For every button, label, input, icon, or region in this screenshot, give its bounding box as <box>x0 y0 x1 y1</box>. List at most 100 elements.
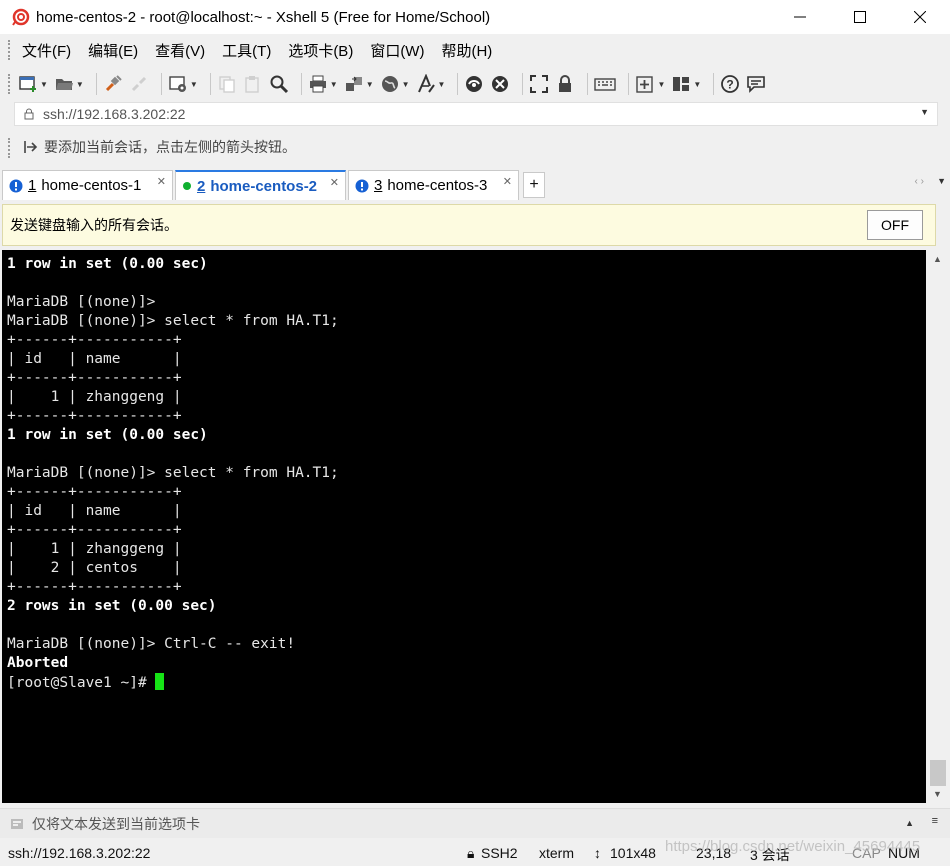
properties-button[interactable]: ▼ <box>168 70 198 98</box>
xmanager-button[interactable] <box>490 70 510 98</box>
menu-help[interactable]: 帮助(H) <box>441 40 492 61</box>
fullscreen-button[interactable] <box>529 70 549 98</box>
fullscreen-icon <box>530 75 549 93</box>
new-session-button[interactable]: ▼ <box>18 70 48 98</box>
toolbar-separator <box>587 73 589 95</box>
menu-file[interactable]: 文件(F) <box>22 40 71 61</box>
terminal-scrollbar[interactable]: ▲ ▼ <box>928 250 948 803</box>
scrollbar-thumb[interactable] <box>930 760 946 786</box>
send-text-bar[interactable]: 仅将文本发送到当前选项卡 ▲ ≡ <box>0 808 950 838</box>
chevron-down-icon[interactable]: ▲ <box>905 818 914 828</box>
info-circle-icon <box>9 179 23 192</box>
help-button[interactable]: ? <box>720 70 740 98</box>
session-hint-bar: 要添加当前会话，点击左侧的箭头按钮。 <box>0 132 950 162</box>
connected-dot-icon <box>183 182 191 190</box>
chevron-down-icon: ▼ <box>365 79 374 89</box>
toolbar-separator <box>628 73 630 95</box>
status-protocol: SSH2 <box>481 845 518 861</box>
menu-dots-icon[interactable]: ≡ <box>932 815 938 827</box>
terminal-line: | id | name | <box>7 503 182 519</box>
toolbar-separator <box>95 73 97 95</box>
menu-tools[interactable]: 工具(T) <box>222 40 271 61</box>
disconnect-button[interactable] <box>129 70 149 98</box>
terminal-cursor <box>155 673 165 690</box>
send-text-input[interactable]: 仅将文本发送到当前选项卡 <box>32 814 200 834</box>
encoding-button[interactable]: ▼ <box>380 70 410 98</box>
reconnect-button[interactable] <box>103 70 123 98</box>
xshell-logo-icon <box>12 8 30 26</box>
tab-home-centos-1[interactable]: 1 home-centos-1 ✕ <box>2 170 173 200</box>
toolbar-separator <box>522 73 524 95</box>
scroll-down-icon[interactable]: ▼ <box>933 789 942 799</box>
title-bar: home-centos-2 - root@localhost:~ - Xshel… <box>0 0 950 34</box>
terminal-line: | 1 | zhanggeng | <box>7 389 182 405</box>
terminal-prompt-line: [root@Slave1 ~]# <box>7 673 926 692</box>
chevron-down-icon: ▼ <box>437 79 446 89</box>
address-bar[interactable]: ssh://192.168.3.202:22 ▼ <box>14 102 938 126</box>
tab-scroll-arrows-icon[interactable]: ‹ › <box>915 176 924 187</box>
terminal-line: | id | name | <box>7 351 182 367</box>
hint-grip[interactable] <box>8 138 11 158</box>
toolbar-separator <box>160 73 162 95</box>
plug-connect-icon <box>105 75 122 92</box>
open-button[interactable]: ▼ <box>54 70 84 98</box>
address-input[interactable]: ssh://192.168.3.202:22 <box>43 106 185 122</box>
shell-prompt: [root@Slave1 ~]# <box>7 675 156 691</box>
toolbar-grip[interactable] <box>8 74 11 94</box>
find-button[interactable] <box>269 70 289 98</box>
chevron-down-icon: ▼ <box>657 79 666 89</box>
status-connection: ssh://192.168.3.202:22 <box>8 845 151 861</box>
menu-window[interactable]: 窗口(W) <box>370 40 424 61</box>
tab-home-centos-2[interactable]: 2 home-centos-2 ✕ <box>175 170 346 200</box>
maximize-icon <box>854 11 866 23</box>
paste-button[interactable] <box>243 70 263 98</box>
close-button[interactable] <box>890 0 950 34</box>
chevron-down-icon: ▼ <box>75 79 84 89</box>
arrow-icon[interactable] <box>22 139 38 155</box>
resize-icon: ↕ <box>594 845 601 861</box>
minimize-button[interactable] <box>770 0 830 34</box>
lock-button[interactable] <box>555 70 575 98</box>
print-button[interactable]: ▼ <box>308 70 338 98</box>
menu-bar: 文件(F) 编辑(E) 查看(V) 工具(T) 选项卡(B) 窗口(W) 帮助(… <box>0 34 950 66</box>
lock-icon <box>24 108 34 120</box>
copy-button[interactable] <box>217 70 237 98</box>
compose-off-button[interactable]: OFF <box>867 210 923 240</box>
terminal-line: 1 row in set (0.00 sec) <box>7 427 208 443</box>
chevron-down-icon: ▼ <box>693 79 702 89</box>
tab-number: 1 <box>28 177 37 194</box>
toolbar-separator <box>209 73 211 95</box>
close-icon <box>914 11 926 23</box>
font-button[interactable]: ▼ <box>416 70 446 98</box>
chat-button[interactable] <box>746 70 766 98</box>
terminal-output[interactable]: 1 row in set (0.00 sec) MariaDB [(none)]>… <box>2 250 926 803</box>
terminal-line: +------+-----------+ <box>7 484 182 500</box>
globe-icon <box>381 76 398 92</box>
menu-view[interactable]: 查看(V) <box>155 40 205 61</box>
xftp-button[interactable] <box>464 70 484 98</box>
close-icon[interactable]: ✕ <box>330 176 339 189</box>
tab-home-centos-3[interactable]: 3 home-centos-3 ✕ <box>348 170 519 200</box>
chevron-down-icon[interactable]: ▼ <box>920 107 929 117</box>
terminal-line: MariaDB [(none)]> <box>7 294 156 310</box>
toolbar-separator <box>713 73 715 95</box>
keyboard-button[interactable] <box>594 70 617 98</box>
menu-grip[interactable] <box>8 40 11 60</box>
terminal-line: +------+-----------+ <box>7 522 182 538</box>
chevron-down-icon[interactable]: ▼ <box>937 176 946 186</box>
menu-edit[interactable]: 编辑(E) <box>88 40 138 61</box>
layout-button[interactable]: ▼ <box>671 70 701 98</box>
add-button[interactable]: ▼ <box>635 70 665 98</box>
font-icon <box>417 74 435 93</box>
close-icon[interactable]: ✕ <box>157 175 166 188</box>
toolbar-separator <box>300 73 302 95</box>
chat-bubble-icon <box>747 76 766 93</box>
terminal-line: 2 rows in set (0.00 sec) <box>7 598 217 614</box>
maximize-button[interactable] <box>830 0 890 34</box>
scroll-up-icon[interactable]: ▲ <box>933 254 942 264</box>
transfer-button[interactable]: ▼ <box>344 70 374 98</box>
menu-tabs[interactable]: 选项卡(B) <box>288 40 353 61</box>
close-icon[interactable]: ✕ <box>503 175 512 188</box>
add-tab-button[interactable]: + <box>523 172 545 198</box>
